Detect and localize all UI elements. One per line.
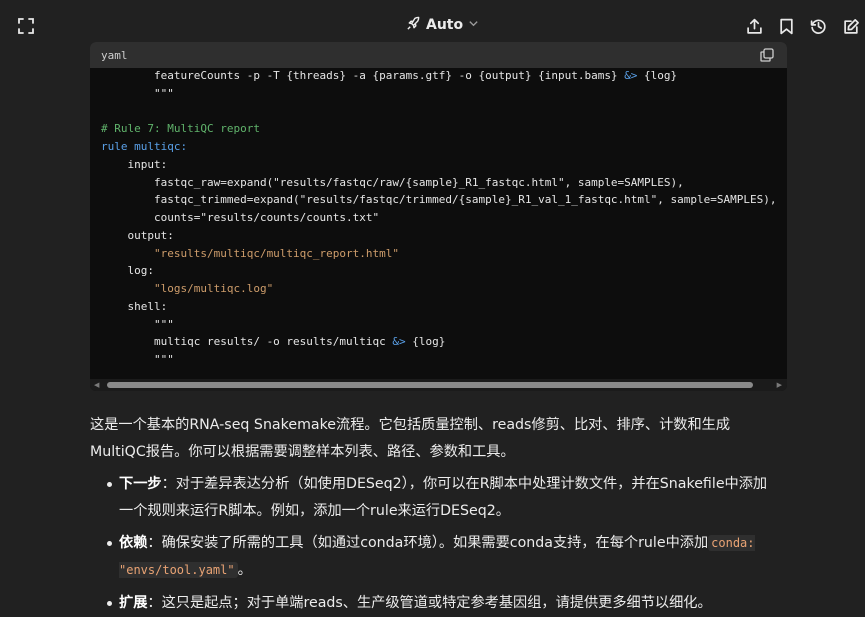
bullet-text: ：对于差异表达分析（如使用DESeq2），你可以在R脚本中处理计数文件，并在Sn… (119, 476, 768, 519)
scroll-left-arrow-icon[interactable]: ◀ (94, 381, 99, 389)
summary-paragraph: 这是一个基本的RNA-seq Snakemake流程。它包括质量控制、reads… (90, 417, 731, 460)
code-line: """ (101, 317, 174, 331)
scrollbar-thumb[interactable] (107, 382, 753, 388)
code-block-header: yaml (90, 42, 787, 68)
edit-icon[interactable] (841, 16, 861, 36)
code-line: rule multiqc: (101, 140, 188, 153)
fullscreen-icon[interactable] (17, 17, 35, 35)
code-line: fastqc_trimmed=expand("results/fastqc/tr… (101, 193, 777, 207)
bullet-text: ：这只是起点；对于单端reads、生产级管道或特定参考基因组，请提供更多细节以细… (147, 595, 712, 611)
horizontal-scrollbar[interactable]: ◀ ▶ (90, 379, 787, 391)
code-line: "results/multiqc/multiqc_report.html" (101, 246, 400, 260)
code-language-label: yaml (101, 49, 128, 62)
history-icon[interactable] (808, 16, 828, 36)
scroll-right-arrow-icon[interactable]: ▶ (777, 381, 782, 389)
code-line: featureCounts -p -T {threads} -a {params… (101, 69, 678, 82)
bullet-dot (107, 482, 112, 487)
share-icon[interactable] (744, 16, 764, 36)
code-content[interactable]: featureCounts -p -T {threads} -a {params… (101, 67, 777, 369)
code-line: shell: (101, 299, 168, 313)
bullet-label: 扩展 (119, 595, 148, 611)
bullet-text-end: 。 (237, 562, 252, 578)
code-line: input: (101, 157, 168, 171)
code-line: """ (101, 353, 174, 366)
code-block: yaml featureCounts -p -T {threads} -a {p… (90, 42, 787, 391)
chevron-down-icon (468, 18, 479, 32)
code-line: log: (101, 264, 154, 278)
code-line: counts="results/counts/counts.txt" (101, 211, 380, 224)
code-line: fastqc_raw=expand("results/fastqc/raw/{s… (101, 175, 684, 189)
bullet-dot (107, 601, 112, 606)
code-line: """ (101, 86, 174, 100)
bullet-label: 下一步 (119, 476, 162, 492)
model-selector[interactable]: Auto (406, 14, 479, 36)
bullet-label: 依赖 (119, 535, 148, 551)
model-label: Auto (426, 17, 464, 33)
code-line: "logs/multiqc.log" (101, 282, 274, 295)
copy-icon[interactable] (759, 47, 775, 63)
code-line: output: (101, 228, 174, 242)
code-line: # Rule 7: MultiQC report (101, 122, 260, 136)
code-line: multiqc results/ -o results/multiqc &> {… (101, 335, 446, 349)
bullet-text: ：确保安装了所需的工具（如通过conda环境）。如果需要conda支持，在每个r… (147, 535, 709, 551)
bookmark-icon[interactable] (776, 16, 796, 36)
bullet-dot (107, 541, 112, 546)
rocket-icon (406, 16, 421, 35)
